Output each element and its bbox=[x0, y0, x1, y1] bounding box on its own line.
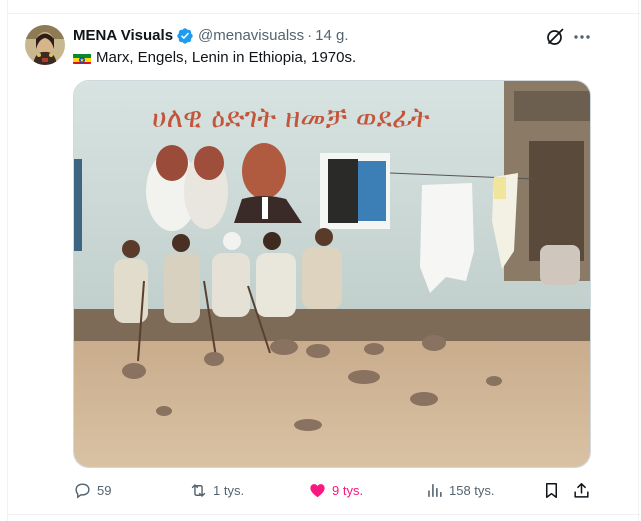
tweet-text: Marx, Engels, Lenin in Ethiopia, 1970s. bbox=[73, 48, 356, 68]
tweet-photo[interactable]: ሀለዊ ዕድገት ዘመቻ ወደፊት bbox=[73, 80, 591, 468]
author-display-name[interactable]: MENA Visuals bbox=[73, 26, 173, 46]
analytics-icon bbox=[428, 483, 442, 497]
bookmark-button[interactable] bbox=[542, 479, 561, 501]
views-button[interactable]: 158 tys. bbox=[425, 479, 495, 501]
heart-icon bbox=[310, 483, 325, 497]
author-handle[interactable]: @menavisualss bbox=[198, 26, 304, 46]
header-separator: · bbox=[307, 27, 313, 44]
ethiopia-flag-icon bbox=[73, 52, 91, 64]
share-icon bbox=[574, 482, 589, 498]
tweet-action-bar: 59 1 tys. 9 tys. 158 tys. bbox=[73, 479, 591, 501]
tweet-bottom-divider bbox=[7, 514, 641, 515]
more-options-icon[interactable] bbox=[572, 27, 592, 47]
mural-text: ሀለዊ ዕድገት ዘመቻ ወደፊት bbox=[152, 101, 430, 134]
grok-icon[interactable] bbox=[545, 27, 565, 47]
views-count: 158 tys. bbox=[449, 482, 495, 498]
avatar-image bbox=[25, 25, 65, 65]
reply-button[interactable]: 59 bbox=[73, 479, 111, 501]
reply-count: 59 bbox=[97, 482, 112, 498]
tweet-body: Marx, Engels, Lenin in Ethiopia, 1970s. bbox=[96, 49, 357, 66]
timeline-left-border bbox=[7, 0, 8, 521]
retweet-count: 1 tys. bbox=[213, 482, 245, 498]
like-count: 9 tys. bbox=[332, 482, 364, 498]
tweet-header: MENA Visuals @menavisualss · 14 g. bbox=[73, 26, 581, 46]
tweet-timestamp[interactable]: 14 g. bbox=[315, 26, 348, 46]
reply-icon bbox=[75, 482, 90, 499]
timeline-right-border bbox=[638, 0, 639, 521]
like-button[interactable]: 9 tys. bbox=[308, 479, 363, 501]
avatar[interactable] bbox=[25, 25, 65, 65]
verified-badge-icon bbox=[176, 27, 194, 45]
tweet-top-divider bbox=[7, 13, 641, 14]
share-button[interactable] bbox=[572, 479, 591, 501]
retweet-button[interactable]: 1 tys. bbox=[189, 479, 244, 501]
ethiopia-street-photo: ሀለዊ ዕድገት ዘመቻ ወደፊት bbox=[74, 81, 590, 467]
bookmark-icon bbox=[545, 482, 558, 498]
retweet-icon bbox=[191, 483, 206, 497]
